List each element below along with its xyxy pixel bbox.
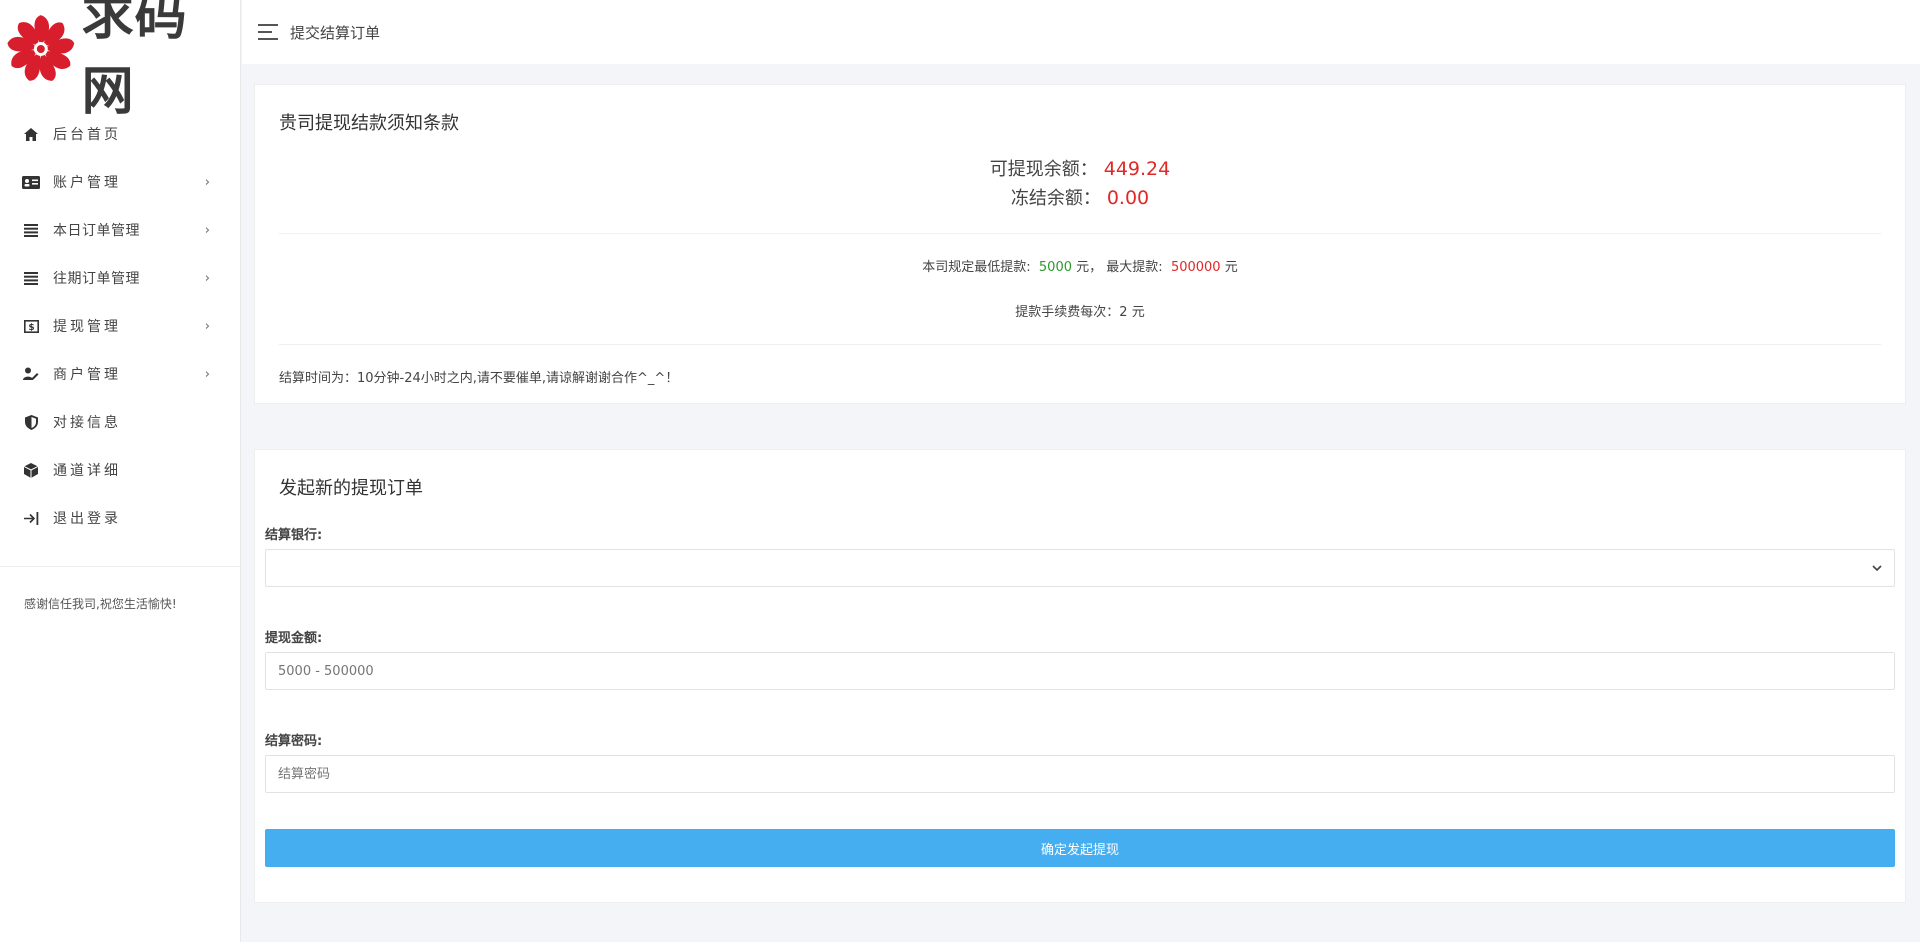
dollar-icon: $	[22, 318, 40, 334]
available-balance-label: 可提现余额：	[989, 159, 1098, 180]
sidebar: 求码网 后台首页 账户管理 › 本日订单管理 › 往期订单管理 › $ 提现管理…	[0, 0, 241, 942]
max-withdrawal-value: 500000	[1170, 260, 1221, 275]
sidebar-item-label: 本日订单管理	[53, 223, 140, 239]
sidebar-item-label: 后台首页	[53, 127, 121, 143]
sidebar-item-label: 对接信息	[53, 415, 121, 431]
frozen-balance-label: 冻结余额：	[1010, 188, 1101, 209]
sidebar-item-channel[interactable]: 通道详细	[0, 446, 240, 494]
sidebar-item-label: 商户管理	[53, 367, 121, 383]
sidebar-item-label: 通道详细	[53, 463, 121, 479]
withdrawal-fee: 提款手续费每次：2 元	[1015, 305, 1145, 320]
chevron-right-icon: ›	[204, 174, 210, 190]
balance-summary: 可提现余额： 449.24 冻结余额： 0.00	[255, 155, 1905, 213]
home-icon	[22, 126, 40, 142]
flower-logo-icon	[7, 15, 75, 81]
chevron-down-icon	[1872, 561, 1882, 575]
amount-field[interactable]	[265, 652, 1895, 690]
amount-input[interactable]	[278, 653, 1894, 689]
chevron-right-icon: ›	[204, 318, 210, 334]
password-input[interactable]	[278, 756, 1894, 792]
sidebar-nav: 后台首页 账户管理 › 本日订单管理 › 往期订单管理 › $ 提现管理 › 商…	[0, 110, 240, 542]
frozen-balance-row: 冻结余额： 0.00	[255, 184, 1905, 213]
max-withdrawal-label: 最大提款:	[1106, 260, 1163, 275]
bank-label: 结算银行:	[265, 528, 323, 543]
max-unit: 元	[1224, 260, 1238, 275]
min-withdrawal-label: 本司规定最低提款:	[922, 260, 1031, 275]
frozen-balance-value: 0.00	[1106, 187, 1150, 209]
sidebar-item-merchant[interactable]: 商户管理 ›	[0, 350, 240, 398]
logout-icon	[22, 510, 40, 526]
id-card-icon	[22, 174, 40, 190]
divider	[279, 233, 1881, 234]
bank-select[interactable]	[265, 549, 1895, 587]
chevron-right-icon: ›	[204, 270, 210, 286]
password-field[interactable]	[265, 755, 1895, 793]
sidebar-item-label: 往期订单管理	[53, 271, 140, 287]
withdrawal-limits: 本司规定最低提款: 5000 元， 最大提款: 500000 元	[922, 260, 1238, 275]
sidebar-item-label: 退出登录	[53, 511, 121, 527]
sidebar-item-integration[interactable]: 对接信息	[0, 398, 240, 446]
chevron-right-icon: ›	[204, 366, 210, 382]
available-balance-value: 449.24	[1103, 158, 1171, 180]
min-withdrawal-value: 5000	[1038, 260, 1072, 275]
chevron-right-icon: ›	[204, 222, 210, 238]
sidebar-item-label: 提现管理	[53, 319, 121, 335]
withdrawal-terms-card: 贵司提现结款须知条款 可提现余额： 449.24 冻结余额： 0.00 本司规定最低…	[254, 84, 1906, 404]
sidebar-item-label: 账户管理	[53, 175, 121, 191]
page-title: 提交结算订单	[290, 23, 381, 42]
submit-withdrawal-button[interactable]: 确定发起提现	[265, 829, 1895, 867]
form-title: 发起新的提现订单	[279, 478, 423, 499]
list-icon	[22, 222, 40, 238]
new-withdrawal-card: 发起新的提现订单 结算银行: 提现金额: 结算密码: 确定发起提现	[254, 449, 1906, 903]
min-unit: 元	[1076, 260, 1090, 275]
sidebar-item-account[interactable]: 账户管理 ›	[0, 158, 240, 206]
sidebar-item-logout[interactable]: 退出登录	[0, 494, 240, 542]
logo[interactable]: 求码网	[0, 0, 240, 122]
sidebar-footer-text: 感谢信任我司,祝您生活愉快!	[24, 597, 177, 611]
terms-title: 贵司提现结款须知条款	[279, 113, 459, 134]
available-balance-row: 可提现余额： 449.24	[255, 155, 1905, 184]
topbar: 提交结算订单	[242, 0, 1920, 64]
user-edit-icon	[22, 366, 40, 382]
settlement-time-note: 结算时间为：10分钟-24小时之内,请不要催单,请谅解谢谢合作^_^！	[279, 371, 679, 386]
sidebar-item-today-orders[interactable]: 本日订单管理 ›	[0, 206, 240, 254]
amount-label: 提现金额:	[265, 631, 323, 646]
shield-icon	[22, 414, 40, 430]
brand-name: 求码网	[81, 0, 188, 122]
password-label: 结算密码:	[265, 734, 323, 749]
svg-text:$: $	[28, 323, 34, 333]
sidebar-item-withdrawal[interactable]: $ 提现管理 ›	[0, 302, 240, 350]
hamburger-menu-icon[interactable]	[258, 24, 278, 40]
sidebar-item-past-orders[interactable]: 往期订单管理 ›	[0, 254, 240, 302]
cube-icon	[22, 462, 40, 478]
list-icon	[22, 270, 40, 286]
